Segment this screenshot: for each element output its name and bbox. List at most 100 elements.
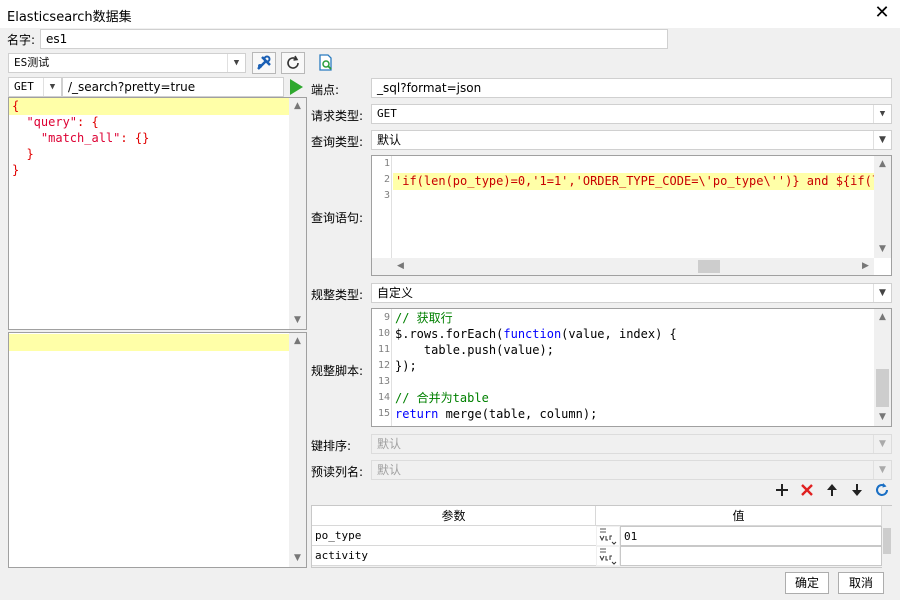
method-select[interactable]: GET ▼ <box>8 77 62 97</box>
param-name-cell[interactable]: activity <box>312 546 596 566</box>
param-value-input[interactable] <box>620 546 882 566</box>
key-sort-label: 键排序: <box>311 439 352 453</box>
window-title: Elasticsearch数据集 <box>7 10 132 25</box>
query-code-line: 'if(len(po_type)=0,'1=1','ORDER_TYPE_COD… <box>395 174 875 188</box>
arrow-down-icon <box>852 484 862 496</box>
horizontal-scrollbar[interactable]: ◀ ▶ <box>372 258 874 275</box>
ok-button[interactable]: 确定 <box>785 572 829 594</box>
scroll-thumb[interactable] <box>698 260 720 273</box>
code-line: // 获取行 <box>395 310 453 326</box>
chevron-down-icon: ▼ <box>873 461 891 479</box>
line-number: 11 <box>377 344 390 355</box>
vertical-scrollbar[interactable]: ▲ ▼ <box>289 333 306 567</box>
line-number: 3 <box>383 190 390 201</box>
code-line: { <box>12 98 19 114</box>
code-token: // 获取行 <box>395 311 453 325</box>
chevron-down-icon: ▼ <box>227 54 245 72</box>
line-number: 1 <box>383 158 390 169</box>
query-type-label: 查询类型: <box>311 135 364 149</box>
vertical-scrollbar[interactable]: ▲ ▼ <box>874 309 891 426</box>
norm-type-label: 规整类型: <box>311 288 364 302</box>
tools-button[interactable] <box>252 52 276 74</box>
code-token: "query" <box>26 115 78 129</box>
scroll-thumb[interactable] <box>876 369 889 407</box>
code-token: function <box>503 327 562 341</box>
code-line: $.rows.forEach(function(value, index) { <box>395 326 677 342</box>
add-param-button[interactable] <box>774 482 790 498</box>
cancel-button[interactable]: 取消 <box>838 572 884 594</box>
norm-type-select[interactable]: 自定义 ▼ <box>371 283 892 303</box>
move-down-button[interactable] <box>849 482 865 498</box>
request-body-editor[interactable]: { "query": { "match_all": {} }} ▲ ▼ <box>8 97 307 330</box>
query-type-value: 默认 <box>377 133 402 147</box>
code-line: }); <box>395 358 417 374</box>
close-icon[interactable]: ✕ <box>872 3 892 23</box>
request-type-select[interactable]: GET ▼ <box>371 104 892 124</box>
document-search-icon <box>319 54 332 71</box>
current-line-highlight <box>9 98 290 115</box>
response-editor[interactable]: ▲ ▼ <box>8 332 307 568</box>
refresh-button[interactable] <box>281 52 305 74</box>
name-input[interactable]: es1 <box>40 29 668 49</box>
scroll-down-icon[interactable]: ▼ <box>289 550 306 567</box>
query-stmt-editor[interactable]: 1 2 3 'if(len(po_type)=0,'1=1','ORDER_TY… <box>371 155 892 276</box>
query-stmt-label: 查询语句: <box>311 211 364 225</box>
scroll-down-icon[interactable]: ▼ <box>289 312 306 329</box>
scroll-thumb[interactable] <box>883 528 891 554</box>
preview-button[interactable] <box>317 54 335 72</box>
param-column-header[interactable]: 参数 <box>312 506 596 526</box>
code-token: table.push(value); <box>395 343 554 357</box>
vertical-scrollbar[interactable]: ▲ ▼ <box>289 98 306 329</box>
chevron-down-icon: ▼ <box>43 78 61 96</box>
line-number: 12 <box>377 360 390 371</box>
param-name-cell[interactable]: po_type <box>312 526 596 546</box>
code-token: }); <box>395 359 417 373</box>
scroll-up-icon[interactable]: ▲ <box>874 156 891 173</box>
endpoint-input[interactable]: _sql?format=json <box>371 78 892 98</box>
refresh-icon <box>287 55 299 69</box>
code-line: } <box>12 146 33 162</box>
chevron-down-icon: ▼ <box>873 284 891 302</box>
title-bar: Elasticsearch数据集 ✕ <box>0 0 900 28</box>
endpoint-label: 端点: <box>311 83 340 97</box>
scroll-up-icon[interactable]: ▲ <box>289 98 306 115</box>
query-type-select[interactable]: 默认 ▼ <box>371 130 892 150</box>
chevron-down-icon: ▼ <box>873 435 891 453</box>
refresh-params-button[interactable] <box>874 482 890 498</box>
value-column-header[interactable]: 值 <box>596 506 882 526</box>
key-sort-select: 默认 ▼ <box>371 434 892 454</box>
code-token: } <box>12 163 20 177</box>
code-line: } <box>12 162 19 178</box>
norm-script-editor[interactable]: 9 10 11 12 13 14 15 // 获取行 $.rows.forEach(funct… <box>371 308 892 427</box>
path-input[interactable]: /_search?pretty=true <box>62 77 284 97</box>
line-number: 10 <box>377 328 390 339</box>
code-token: $.rows.forEach( <box>395 327 504 341</box>
run-button[interactable] <box>288 78 306 96</box>
preread-cols-value: 默认 <box>377 463 402 477</box>
request-type-value: GET <box>377 107 397 120</box>
type-abc-icon[interactable] <box>597 527 619 545</box>
delete-param-button[interactable] <box>799 482 815 498</box>
request-type-label: 请求类型: <box>311 109 364 123</box>
code-line: table.push(value); <box>395 342 554 358</box>
param-value-input[interactable]: 01 <box>620 526 882 546</box>
code-line: "match_all": {} <box>12 130 149 146</box>
scroll-up-icon[interactable]: ▲ <box>874 309 891 326</box>
vertical-scrollbar[interactable] <box>882 506 892 568</box>
move-up-button[interactable] <box>824 482 840 498</box>
scroll-right-icon[interactable]: ▶ <box>857 258 874 275</box>
line-number-gutter: 9 10 11 12 13 14 15 <box>372 309 392 426</box>
scroll-left-icon[interactable]: ◀ <box>392 258 409 275</box>
wrench-icon <box>257 55 271 70</box>
datasource-select[interactable]: ES测试 ▼ <box>8 53 246 73</box>
scroll-down-icon[interactable]: ▼ <box>874 409 891 426</box>
scroll-up-icon[interactable]: ▲ <box>289 333 306 350</box>
vertical-scrollbar[interactable]: ▲ ▼ <box>874 156 891 258</box>
norm-type-value: 自定义 <box>377 286 414 300</box>
scroll-down-icon[interactable]: ▼ <box>874 241 891 258</box>
current-line-highlight <box>9 334 290 351</box>
code-line: "query": { <box>12 114 98 130</box>
chevron-down-icon: ▼ <box>873 105 891 123</box>
type-abc-icon[interactable] <box>597 547 619 565</box>
